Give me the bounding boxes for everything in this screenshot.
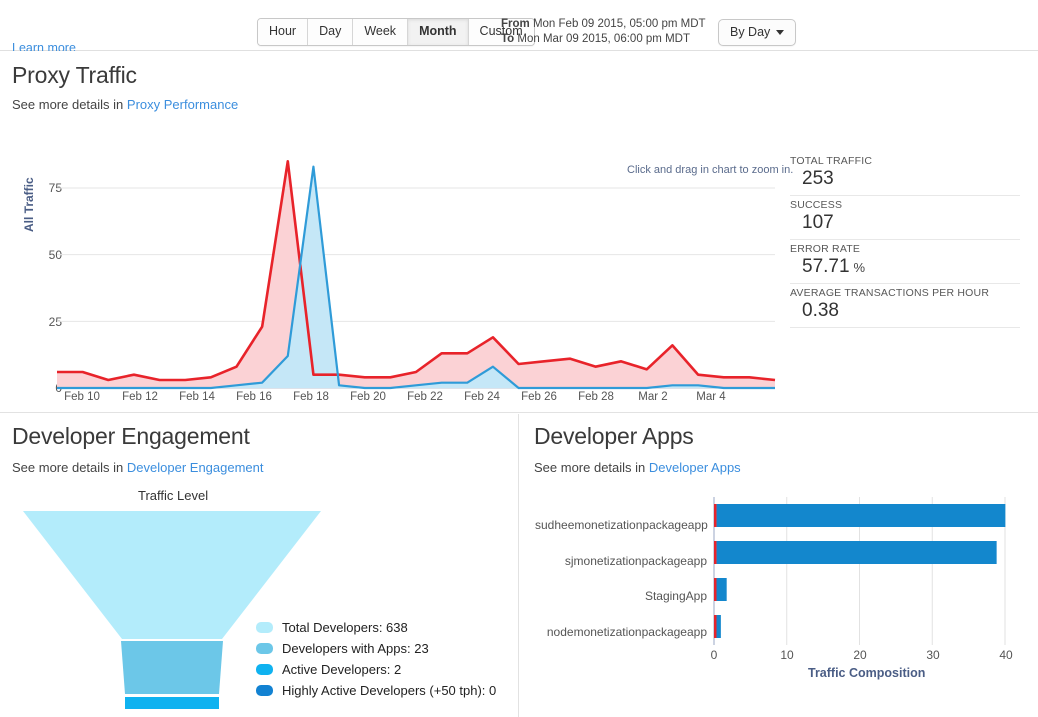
tab-day[interactable]: Day <box>308 19 353 45</box>
range-from-value: Mon Feb 09 2015, 05:00 pm MDT <box>533 18 706 30</box>
top-toolbar: Hour Day Week Month Custom From Mon Feb … <box>0 0 1038 51</box>
by-day-label: By Day <box>730 25 770 39</box>
tab-month[interactable]: Month <box>408 19 468 45</box>
tab-hour[interactable]: Hour <box>258 19 308 45</box>
range-to-label: To <box>501 33 514 45</box>
tab-week[interactable]: Week <box>353 19 408 45</box>
date-range-display: From Mon Feb 09 2015, 05:00 pm MDT To Mo… <box>501 17 706 47</box>
granularity-tab-group[interactable]: Hour Day Week Month Custom <box>257 18 535 46</box>
chevron-down-icon <box>776 30 784 35</box>
by-day-dropdown[interactable]: By Day <box>718 19 796 46</box>
developer-apps-bar-chart[interactable] <box>0 57 1038 717</box>
range-to-value: Mon Mar 09 2015, 06:00 pm MDT <box>517 33 690 45</box>
range-from-label: From <box>501 18 530 30</box>
